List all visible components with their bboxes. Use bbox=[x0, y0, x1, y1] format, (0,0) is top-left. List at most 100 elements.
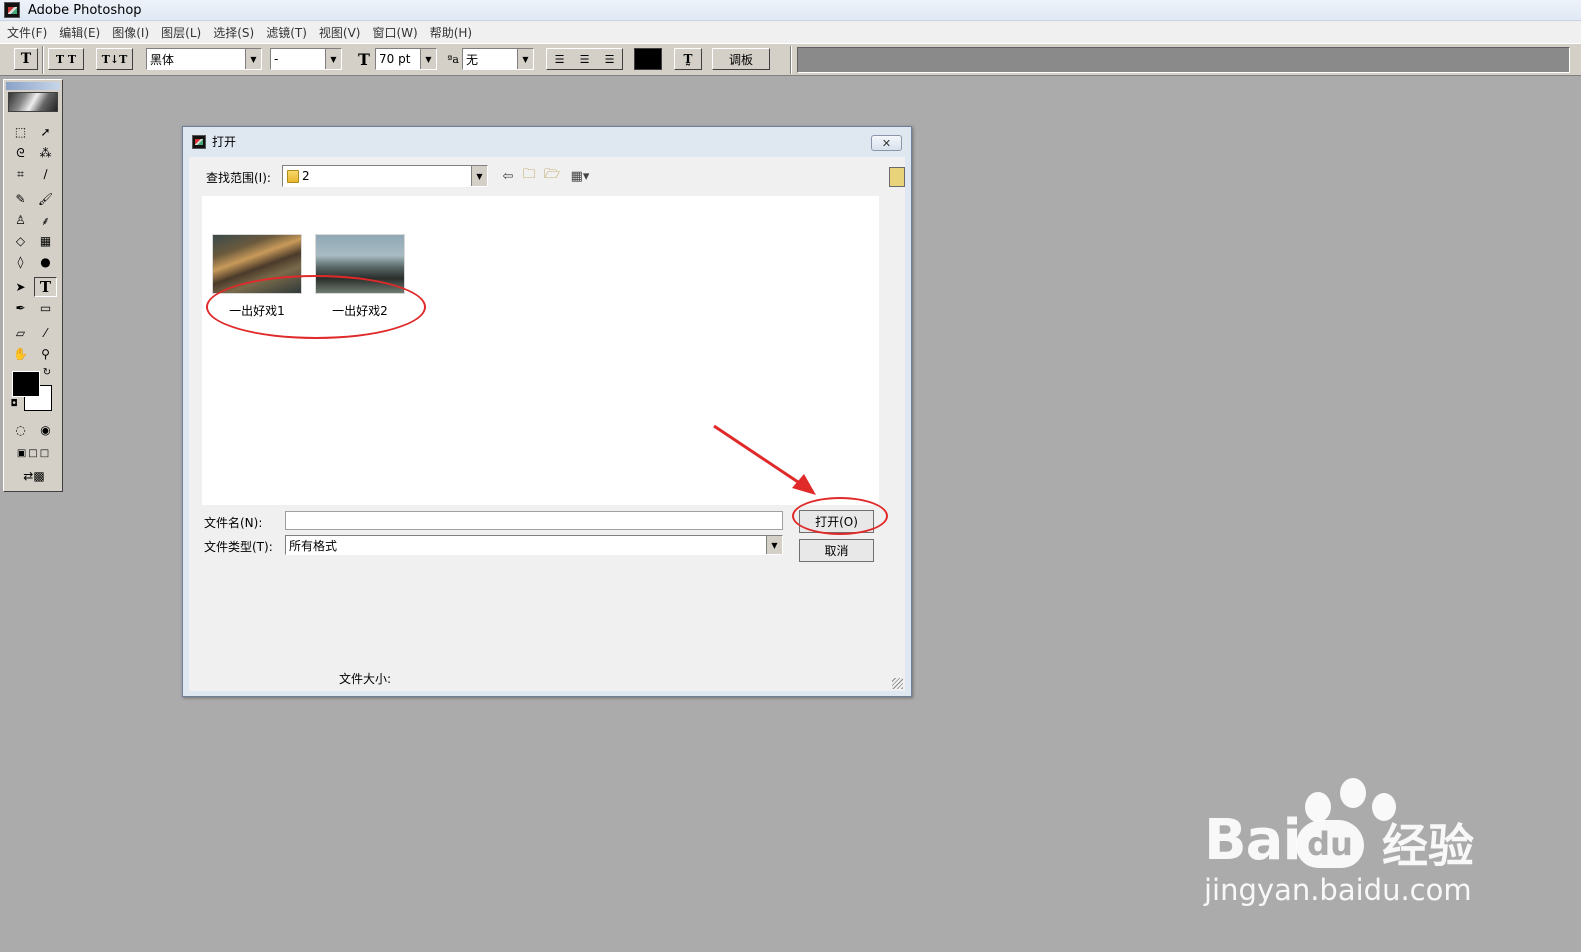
dodge-tool-icon[interactable]: ● bbox=[34, 252, 57, 272]
file-size-label: 文件大小: bbox=[339, 672, 392, 686]
stamp-tool-icon[interactable]: ♙ bbox=[9, 210, 32, 230]
path-select-icon[interactable]: ➤ bbox=[9, 277, 32, 297]
palette-button-label: 调板 bbox=[728, 52, 753, 67]
eyedropper-icon[interactable]: ⁄ bbox=[34, 323, 57, 343]
font-family-select[interactable]: 黑体 ▼ bbox=[146, 48, 262, 70]
menu-window[interactable]: 窗口(W) bbox=[368, 24, 421, 41]
blur-tool-icon[interactable]: ◊ bbox=[9, 252, 32, 272]
menu-help[interactable]: 帮助(H) bbox=[426, 24, 476, 41]
filename-field[interactable] bbox=[285, 511, 783, 530]
chevron-down-icon: ▼ bbox=[471, 166, 487, 186]
look-in-label: 查找范围(I): bbox=[206, 171, 271, 185]
toolbox-header bbox=[6, 82, 60, 90]
vertical-type-icon[interactable]: T↓T bbox=[96, 48, 133, 70]
healing-brush-icon[interactable]: ✎ bbox=[9, 189, 32, 209]
pen-tool-icon[interactable]: ✒ bbox=[9, 298, 32, 318]
menu-view[interactable]: 视图(V) bbox=[315, 24, 365, 41]
menu-bar: 文件(F) 编辑(E) 图像(I) 图层(L) 选择(S) 滤镜(T) 视图(V… bbox=[0, 21, 1581, 43]
chevron-down-icon: ▼ bbox=[245, 49, 261, 69]
standard-mode-icon[interactable]: ◌ bbox=[9, 420, 32, 440]
notes-tool-icon[interactable]: ▱ bbox=[9, 323, 32, 343]
paw-toe-icon bbox=[1340, 778, 1366, 808]
menu-filter[interactable]: 滤镜(T) bbox=[262, 24, 311, 41]
photoshop-app-icon bbox=[192, 134, 206, 149]
eraser-tool-icon[interactable]: ◇ bbox=[9, 231, 32, 251]
look-in-select[interactable]: 2 ▼ bbox=[282, 165, 488, 187]
hand-tool-icon[interactable]: ✋ bbox=[9, 344, 32, 364]
type-mask-icon[interactable]: T T bbox=[48, 48, 84, 70]
history-brush-icon[interactable]: ⸙ bbox=[34, 210, 57, 230]
chevron-down-icon: ▼ bbox=[517, 49, 533, 69]
new-folder-icon[interactable]: 🗁 bbox=[543, 167, 561, 185]
menu-edit[interactable]: 编辑(E) bbox=[55, 24, 104, 41]
foreground-color-swatch[interactable] bbox=[12, 371, 40, 397]
baidu-logo-text: Bai bbox=[1204, 808, 1302, 873]
filetype-label: 文件类型(T): bbox=[204, 540, 273, 554]
chevron-down-icon: ▼ bbox=[420, 49, 436, 69]
font-size-select[interactable]: 70 pt ▼ bbox=[375, 48, 437, 70]
palette-button[interactable]: 调板 bbox=[712, 48, 770, 70]
back-arrow-icon[interactable]: ⇦ bbox=[499, 167, 517, 185]
menu-image[interactable]: 图像(I) bbox=[108, 24, 153, 41]
filetype-value: 所有格式 bbox=[289, 538, 338, 553]
brush-tool-icon[interactable]: 🖌 bbox=[34, 189, 57, 209]
annotation-arrow bbox=[713, 424, 816, 495]
menu-layer[interactable]: 图层(L) bbox=[157, 24, 205, 41]
chevron-down-icon: ▼ bbox=[766, 536, 782, 554]
watermark-url: jingyan.baidu.com bbox=[1204, 873, 1472, 907]
marquee-tool-icon[interactable]: ⬚ bbox=[9, 122, 32, 142]
gradient-tool-icon[interactable]: ▦ bbox=[34, 231, 57, 251]
chevron-down-icon: ▼ bbox=[325, 49, 341, 69]
close-button[interactable]: ✕ bbox=[871, 135, 902, 151]
filename-label: 文件名(N): bbox=[204, 516, 263, 530]
antialias-select[interactable]: 无 ▼ bbox=[462, 48, 534, 70]
cancel-button[interactable]: 取消 bbox=[799, 539, 874, 562]
baidu-jingyan-text: 经验 bbox=[1382, 819, 1474, 873]
view-menu-icon[interactable]: ▦▾ bbox=[566, 167, 594, 185]
move-tool-icon[interactable]: ➚ bbox=[34, 122, 57, 142]
dialog-title-bar: 打开 ✕ bbox=[183, 127, 911, 156]
shape-tool-icon[interactable]: ▭ bbox=[34, 298, 57, 318]
up-folder-icon[interactable]: 🗀 bbox=[520, 167, 538, 185]
close-icon: ✕ bbox=[881, 136, 892, 150]
alignment-group: ☰ ☰ ☰ bbox=[546, 48, 623, 70]
font-style-select[interactable]: - ▼ bbox=[270, 48, 342, 70]
menu-select[interactable]: 选择(S) bbox=[209, 24, 258, 41]
filetype-select[interactable]: 所有格式 ▼ bbox=[285, 535, 783, 555]
font-size-icon: T bbox=[358, 49, 370, 69]
menu-file[interactable]: 文件(F) bbox=[3, 24, 51, 41]
lasso-tool-icon[interactable]: ᘓ bbox=[9, 143, 32, 163]
paw-toe-icon bbox=[1305, 792, 1331, 822]
annotation-ellipse bbox=[206, 275, 426, 339]
magic-wand-icon[interactable]: ⁂ bbox=[34, 143, 57, 163]
paw-logo-icon: du bbox=[1296, 820, 1364, 868]
toolbox: ⬚ ➚ ᘓ ⁂ ⌗ ∕ ✎ 🖌 ♙ ⸙ ◇ ▦ ◊ ● ➤ T ✒ ▭ ▱ ⁄ … bbox=[3, 79, 63, 492]
type-tool-icon[interactable]: T bbox=[14, 48, 38, 70]
screen-mode-icons[interactable]: ▣□□ bbox=[9, 443, 59, 463]
palette-well bbox=[797, 47, 1570, 73]
text-color-swatch[interactable] bbox=[634, 48, 662, 70]
align-left-icon[interactable]: ☰ bbox=[555, 53, 565, 66]
quick-mask-icon[interactable]: ◉ bbox=[34, 420, 57, 440]
antialias-icon: ªa bbox=[447, 52, 459, 66]
default-colors-icon[interactable]: ◘ bbox=[8, 398, 20, 410]
align-center-icon[interactable]: ☰ bbox=[580, 53, 590, 66]
type-tool-icon[interactable]: T bbox=[34, 277, 57, 297]
photoshop-logo bbox=[8, 92, 58, 112]
options-bar: T T T T↓T 黑体 ▼ - ▼ T 70 pt ▼ ªa 无 ▼ ☰ ☰ ☰ T̰… bbox=[0, 43, 1581, 76]
warp-text-icon[interactable]: T̰ bbox=[674, 48, 702, 70]
jump-to-imageready-icon[interactable]: ⇄▩ bbox=[9, 466, 59, 486]
zoom-tool-icon[interactable]: ⚲ bbox=[34, 344, 57, 364]
folder-icon bbox=[287, 169, 299, 183]
crop-tool-icon[interactable]: ⌗ bbox=[9, 164, 32, 184]
app-title-bar: Adobe Photoshop bbox=[0, 0, 1581, 21]
bookmark-icon[interactable] bbox=[889, 167, 905, 187]
align-right-icon[interactable]: ☰ bbox=[605, 53, 615, 66]
photoshop-app-icon bbox=[4, 2, 20, 18]
look-in-value: 2 bbox=[302, 169, 310, 183]
cancel-button-label: 取消 bbox=[824, 544, 849, 558]
dialog-title: 打开 bbox=[212, 135, 237, 149]
resize-grip-icon[interactable] bbox=[892, 678, 903, 689]
swap-colors-icon[interactable]: ↻ bbox=[40, 366, 54, 378]
slice-tool-icon[interactable]: ∕ bbox=[34, 164, 57, 184]
